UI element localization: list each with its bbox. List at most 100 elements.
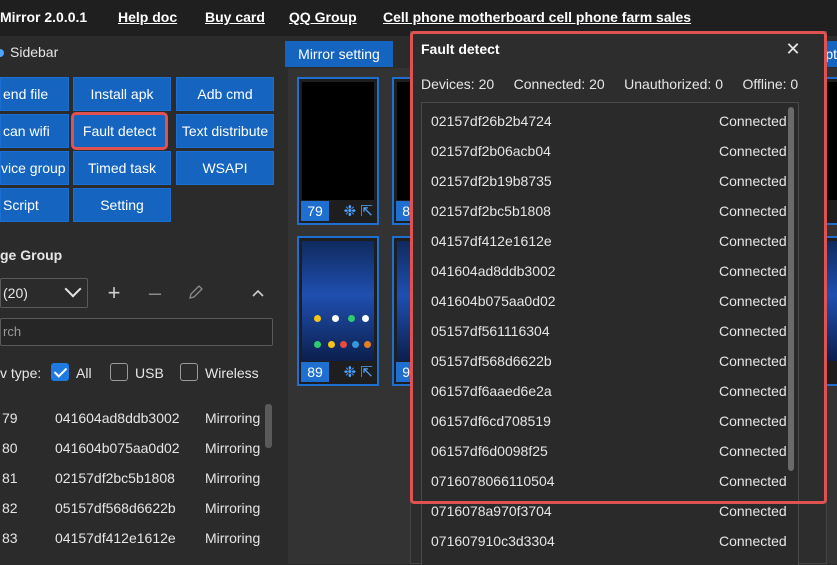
remove-group-icon[interactable]: –: [143, 281, 167, 305]
group-select-value: (20): [3, 285, 28, 301]
device-list-scrollbar[interactable]: [265, 404, 272, 448]
menu-buy-card[interactable]: Buy card: [205, 9, 265, 25]
install-apk-button[interactable]: Install apk: [73, 77, 171, 111]
fault-detect-summary: Devices: 20 Connected: 20 Unauthorized: …: [421, 76, 798, 92]
connection-status: Connected: [719, 413, 787, 429]
list-item[interactable]: 04157df412e1612e Connected: [422, 226, 792, 256]
device-status: Mirroring: [205, 440, 261, 456]
expand-icon[interactable]: ⇱: [360, 203, 373, 220]
dialog-list-scrollbar[interactable]: [788, 107, 794, 471]
timed-task-button[interactable]: Timed task: [73, 151, 171, 185]
device-num: 80: [2, 440, 18, 456]
chevron-down-icon: [64, 280, 82, 298]
app-title: Mirror 2.0.0.1: [0, 9, 88, 25]
script-button[interactable]: Script: [0, 188, 69, 222]
device-serial: 04157df412e1612e: [431, 233, 552, 249]
list-item[interactable]: 041604b075aa0d02 Connected: [422, 286, 792, 316]
device-list-row[interactable]: 82 05157df568d6622b Mirroring: [0, 493, 270, 523]
group-icon[interactable]: ❉: [344, 203, 357, 220]
text-distribute-button[interactable]: Text distribute: [176, 114, 274, 148]
connection-status: Connected: [719, 323, 787, 339]
device-search-box[interactable]: [0, 318, 273, 346]
fault-detect-dialog: Fault detect ✕ Devices: 20 Connected: 20…: [410, 31, 827, 565]
device-serial: 071607910c3d3304: [431, 533, 555, 549]
add-group-icon[interactable]: +: [102, 281, 126, 305]
dialog-title: Fault detect: [421, 41, 500, 57]
list-item[interactable]: 0716078a970f3704 Connected: [422, 496, 792, 526]
phone-screen[interactable]: [302, 241, 374, 361]
list-item[interactable]: 05157df568d6622b Connected: [422, 346, 792, 376]
list-item[interactable]: 0716078066110504 Connected: [422, 466, 792, 496]
filter-all-checkbox[interactable]: [51, 363, 69, 381]
device-list-row[interactable]: 80 041604b075aa0d02 Mirroring: [0, 433, 270, 463]
list-item[interactable]: 02157df2b06acb04 Connected: [422, 136, 792, 166]
device-serial: 06157df6cd708519: [431, 413, 551, 429]
phone-screen[interactable]: [302, 82, 374, 200]
connection-status: Connected: [719, 173, 787, 189]
edit-group-icon[interactable]: [184, 282, 208, 306]
manage-group-title: ge Group: [0, 247, 63, 263]
connection-status: Connected: [719, 353, 787, 369]
device-serial: 041604ad8ddb3002: [431, 263, 556, 279]
scan-wifi-button[interactable]: can wifi: [0, 114, 69, 148]
phone-number-badge: 79: [301, 201, 329, 221]
device-serial: 02157df2b19b8735: [431, 173, 552, 189]
device-serial: 02157df26b2b4724: [431, 113, 552, 129]
connection-status: Connected: [719, 293, 787, 309]
list-item[interactable]: 05157df561116304 Connected: [422, 316, 792, 346]
device-serial: 06157df6d0098f25: [431, 443, 548, 459]
list-item[interactable]: 02157df26b2b4724 Connected: [422, 106, 792, 136]
connection-status: Connected: [719, 203, 787, 219]
setting-button[interactable]: Setting: [73, 188, 171, 222]
connection-status: Connected: [719, 473, 787, 489]
list-item[interactable]: 02157df2bc5b1808 Connected: [422, 196, 792, 226]
filter-usb-label: USB: [135, 365, 164, 381]
filter-wireless-checkbox[interactable]: [180, 363, 198, 381]
send-file-button[interactable]: end file: [0, 77, 69, 111]
phone-tile-icons: ❉ ⇱: [344, 202, 373, 220]
list-item[interactable]: 06157df6aaed6e2a Connected: [422, 376, 792, 406]
device-num: 79: [2, 410, 18, 426]
close-icon[interactable]: ✕: [781, 37, 805, 61]
adb-cmd-button[interactable]: Adb cmd: [176, 77, 274, 111]
sidebar-radio-icon: [0, 49, 4, 58]
list-item[interactable]: 071607910c3d3304 Connected: [422, 526, 792, 556]
device-list-row[interactable]: 81 02157df2bc5b1808 Mirroring: [0, 463, 270, 493]
device-serial: 05157df568d6622b: [431, 353, 552, 369]
device-serial: 05157df568d6622b: [55, 500, 176, 516]
phone-tile-icons: ❉ ⇱: [344, 363, 373, 381]
collapse-group-icon[interactable]: [246, 282, 270, 306]
list-item[interactable]: 041604ad8ddb3002 Connected: [422, 256, 792, 286]
fault-detect-button[interactable]: Fault detect: [71, 112, 168, 150]
connection-status: Connected: [719, 143, 787, 159]
filter-wireless-label: Wireless: [205, 365, 259, 381]
phone-tile[interactable]: 79 ❉ ⇱: [297, 77, 379, 225]
sidebar-toggle[interactable]: Sidebar: [0, 44, 58, 60]
device-list-row[interactable]: 83 04157df412e1612e Mirroring: [0, 523, 270, 553]
menu-phone-farm-sales[interactable]: Cell phone motherboard cell phone farm s…: [383, 9, 691, 25]
group-icon[interactable]: ❉: [344, 364, 357, 381]
device-serial: 06157df6aaed6e2a: [431, 383, 552, 399]
menu-help-doc[interactable]: Help doc: [118, 9, 177, 25]
device-status: Mirroring: [205, 470, 261, 486]
filter-usb-checkbox[interactable]: [110, 363, 128, 381]
device-group-button[interactable]: vice group: [0, 151, 69, 185]
connection-status: Connected: [719, 113, 787, 129]
menu-qq-group[interactable]: QQ Group: [289, 9, 357, 25]
list-item[interactable]: 06157df6cd708519 Connected: [422, 406, 792, 436]
group-select[interactable]: (20): [0, 278, 88, 308]
device-list-row[interactable]: 79 041604ad8ddb3002 Mirroring: [0, 403, 270, 433]
list-item[interactable]: 02157df2b19b8735 Connected: [422, 166, 792, 196]
device-serial: 04157df412e1612e: [55, 530, 176, 546]
device-num: 81: [2, 470, 18, 486]
filter-all-label: All: [76, 365, 92, 381]
phone-tile[interactable]: 89 ❉ ⇱: [297, 236, 379, 386]
list-item[interactable]: 06157df6d0098f25 Connected: [422, 436, 792, 466]
connection-status: Connected: [719, 233, 787, 249]
mirror-setting-button[interactable]: Mirror setting: [285, 41, 393, 67]
device-num: 83: [2, 530, 18, 546]
connected-count: Connected: 20: [513, 76, 605, 92]
search-input[interactable]: [1, 319, 265, 344]
wsapi-button[interactable]: WSAPI: [176, 151, 274, 185]
expand-icon[interactable]: ⇱: [360, 364, 373, 381]
